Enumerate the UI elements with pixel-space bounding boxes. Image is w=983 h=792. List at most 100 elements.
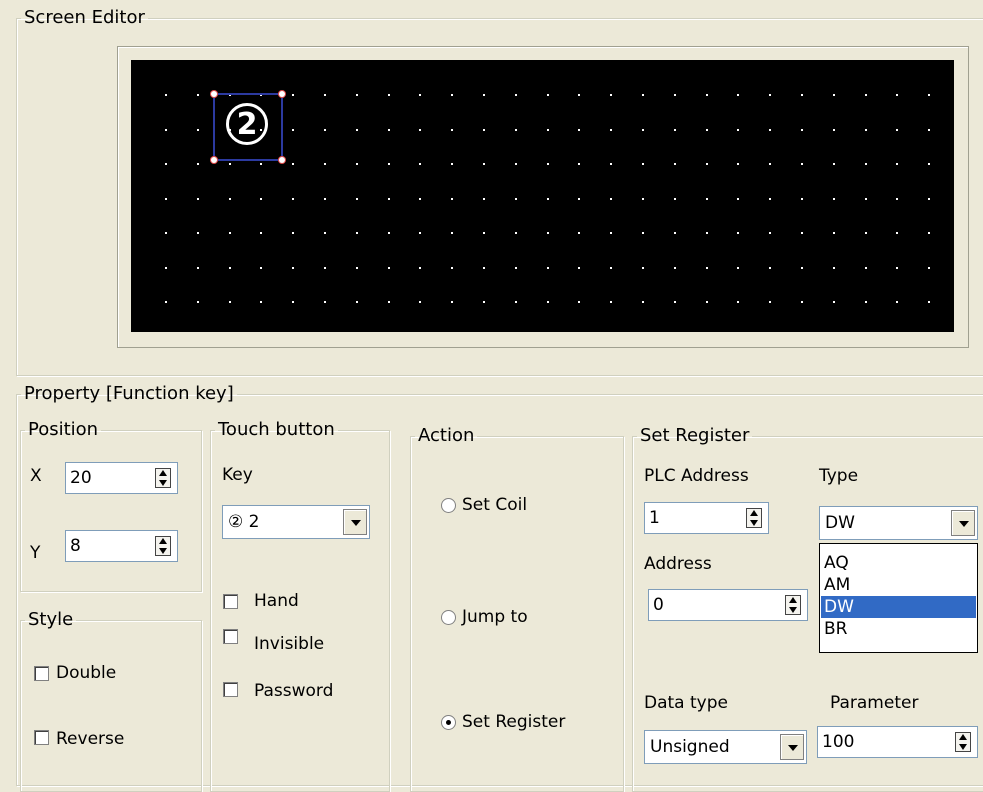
set-register-title: Set Register (640, 425, 750, 446)
grid-dot (578, 94, 581, 96)
grid-dot (864, 163, 867, 165)
grid-dot (769, 163, 772, 165)
grid-dot (324, 163, 326, 165)
set-register-label: Set Register (462, 712, 566, 732)
grid-dot (292, 163, 295, 165)
parameter-label: Parameter (830, 693, 919, 713)
parameter-spinbox[interactable]: 100 (817, 726, 978, 758)
grid-dot (705, 197, 708, 200)
grid-dot (292, 232, 295, 234)
grid-dot (578, 301, 581, 303)
grid-dot (165, 128, 167, 131)
grid-dot (769, 94, 772, 96)
grid-dot (737, 232, 740, 234)
type-option-am[interactable]: AM (821, 574, 976, 596)
grid-dot (578, 163, 581, 165)
grid-dot (896, 197, 899, 200)
resize-handle-tl[interactable] (211, 91, 217, 97)
grid-dot (196, 266, 199, 269)
jump-to-label: Jump to (462, 607, 528, 627)
grid-dot (260, 301, 263, 303)
grid-dot (292, 197, 295, 200)
hand-checkbox[interactable] (223, 594, 238, 609)
grid-dot (769, 232, 772, 234)
type-option-dw[interactable]: DW (821, 596, 976, 618)
grid-dot (483, 232, 485, 234)
key-dropdown-button[interactable] (343, 509, 367, 535)
plc-address-spinbox[interactable]: 1 (644, 502, 769, 534)
y-spin-arrows[interactable] (155, 536, 171, 556)
grid-dot (737, 163, 740, 165)
y-label: Y (30, 543, 41, 563)
grid-dot (801, 197, 803, 200)
key-select[interactable]: ② 2 (222, 505, 370, 539)
data-type-value: Unsigned (650, 737, 730, 757)
grid-dot (928, 94, 931, 96)
type-option-br[interactable]: BR (821, 618, 976, 640)
type-dropdown-list[interactable]: AQ AM DW BR (819, 543, 978, 653)
x-spin-arrows[interactable] (155, 468, 171, 488)
grid-dot (514, 197, 517, 200)
grid-dot (196, 163, 199, 165)
grid-dot (355, 128, 358, 131)
grid-dot (737, 266, 740, 269)
grid-dot (928, 163, 931, 165)
grid-dot (387, 128, 390, 131)
grid-dot (610, 163, 613, 165)
password-checkbox[interactable] (223, 682, 238, 697)
resize-handle-br[interactable] (279, 157, 285, 163)
jump-to-radio[interactable] (441, 610, 456, 625)
set-register-radio[interactable] (441, 715, 456, 730)
grid-dot (387, 197, 390, 200)
action-title: Action (418, 425, 475, 446)
grid-dot (546, 266, 549, 269)
grid-dot (451, 163, 454, 165)
grid-dot (546, 163, 549, 165)
grid-dot (451, 94, 454, 96)
data-type-dropdown-button[interactable] (780, 734, 804, 760)
grid-dot (578, 232, 581, 234)
set-coil-radio[interactable] (441, 498, 456, 513)
type-dropdown-button[interactable] (951, 510, 975, 536)
type-select[interactable]: DW (819, 506, 978, 540)
grid-dot (324, 266, 326, 269)
grid-dot (228, 197, 231, 200)
y-spinbox[interactable]: 8 (65, 530, 178, 562)
address-spinbox[interactable]: 0 (648, 589, 808, 621)
grid-dot (196, 94, 199, 96)
lcd-canvas[interactable]: 2 (131, 60, 954, 332)
grid-dot (578, 197, 581, 200)
address-spin-arrows[interactable] (785, 595, 801, 615)
grid-dot (832, 94, 835, 96)
grid-dot (355, 232, 358, 234)
resize-handle-bl[interactable] (211, 157, 217, 163)
grid-dot (483, 197, 485, 200)
x-spinbox[interactable]: 20 (65, 462, 178, 494)
grid-dot (165, 232, 167, 234)
touch-button-title: Touch button (218, 419, 335, 440)
grid-dot (387, 301, 390, 303)
grid-dot (387, 266, 390, 269)
data-type-select[interactable]: Unsigned (644, 730, 807, 764)
reverse-checkbox[interactable] (34, 730, 49, 745)
type-option-aq[interactable]: AQ (821, 552, 976, 574)
grid-dot (324, 94, 326, 96)
grid-dot (864, 128, 867, 131)
grid-dot (769, 266, 772, 269)
grid-dot (642, 128, 644, 131)
function-key-widget[interactable]: 2 (211, 91, 285, 163)
double-checkbox[interactable] (34, 666, 49, 681)
parameter-spin-arrows[interactable] (955, 732, 971, 752)
plc-address-spin-arrows[interactable] (746, 508, 762, 528)
grid-dot (864, 232, 867, 234)
grid-dot (228, 163, 231, 165)
property-title: Property [Function key] (24, 383, 234, 404)
invisible-checkbox[interactable] (223, 629, 238, 644)
grid-dot (292, 94, 295, 96)
resize-handle-tr[interactable] (279, 91, 285, 97)
grid-dot (451, 266, 454, 269)
grid-dot (260, 232, 263, 234)
grid-dot (355, 94, 358, 96)
grid-dot (832, 197, 835, 200)
grid-dot (928, 197, 931, 200)
